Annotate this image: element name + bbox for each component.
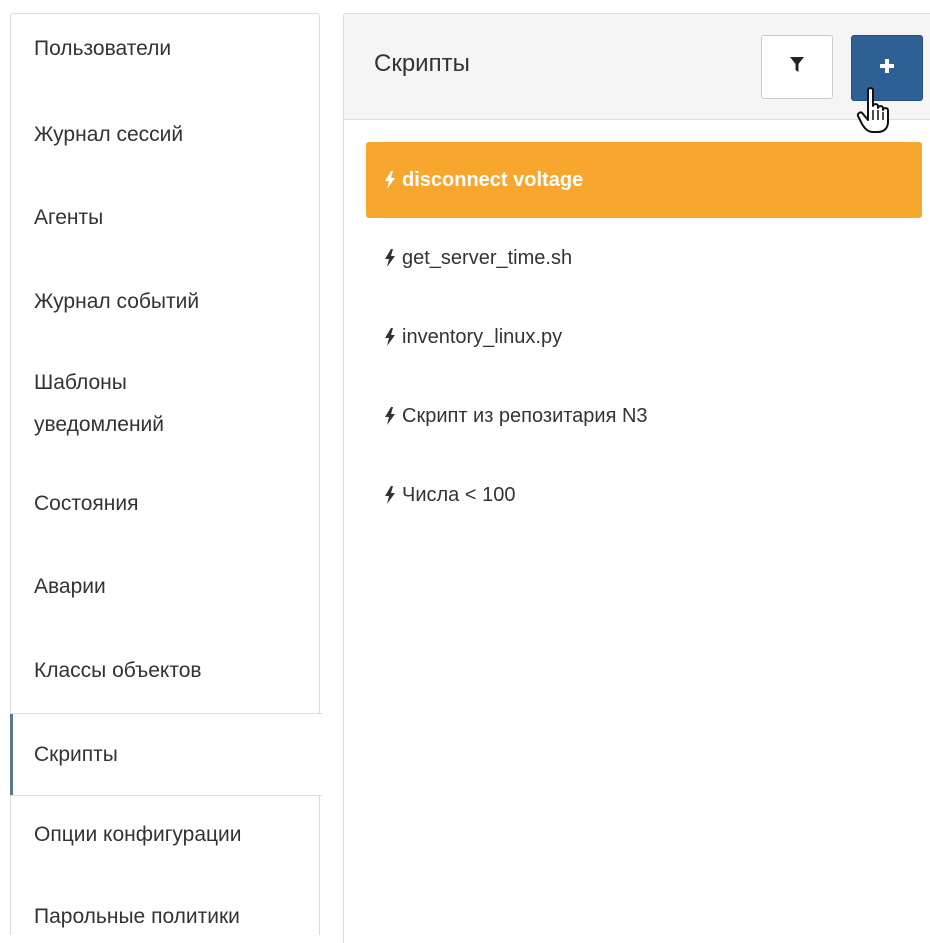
sidebar-item-label: Опции конфигурации — [34, 823, 242, 846]
sidebar-item-session-log[interactable]: Журнал сессий — [10, 113, 322, 157]
sidebar-item-alarms[interactable]: Аварии — [10, 565, 322, 609]
script-name: inventory_linux.py — [402, 325, 563, 348]
sidebar-item-users[interactable]: Пользователи — [10, 27, 322, 71]
script-name: get_server_time.sh — [402, 246, 573, 269]
sidebar-item-label: Аварии — [34, 575, 106, 598]
plus-icon — [880, 58, 894, 78]
sidebar-item-notification-templates[interactable]: Шаблоны уведомлений — [10, 362, 210, 446]
bolt-icon — [384, 407, 396, 425]
bolt-icon — [384, 249, 396, 267]
filter-button[interactable] — [761, 35, 833, 99]
script-name: disconnect voltage — [402, 168, 584, 191]
bolt-icon — [384, 486, 396, 504]
list-item[interactable]: Скрипт из репозитария N3 — [366, 378, 922, 454]
scripts-panel: Скрипты disconnect voltage get_server_ti… — [343, 13, 930, 943]
sidebar-item-agents[interactable]: Агенты — [10, 196, 322, 240]
sidebar-item-label: Пользователи — [34, 37, 172, 60]
script-name: Скрипт из репозитария N3 — [402, 404, 648, 427]
sidebar-item-label: Агенты — [34, 206, 104, 229]
panel-header: Скрипты — [344, 14, 930, 133]
sidebar-item-label: Журнал событий — [34, 290, 200, 313]
sidebar-item-label: Парольные политики — [34, 905, 240, 928]
page-title: Скрипты — [374, 50, 470, 77]
sidebar-item-states[interactable]: Состояния — [10, 482, 322, 526]
sidebar-item-object-classes[interactable]: Классы объектов — [10, 649, 322, 693]
filter-icon — [790, 56, 804, 78]
bolt-icon — [384, 328, 396, 346]
list-item[interactable]: get_server_time.sh — [366, 220, 922, 296]
sidebar-item-event-log[interactable]: Журнал событий — [10, 280, 322, 324]
sidebar-item-label: Шаблоны уведомлений — [34, 371, 164, 436]
sidebar-item-scripts[interactable]: Скрипты — [10, 713, 322, 796]
sidebar-item-config-options[interactable]: Опции конфигурации — [10, 813, 322, 857]
sidebar-item-label: Состояния — [34, 492, 139, 515]
list-item[interactable]: inventory_linux.py — [366, 299, 922, 375]
sidebar-item-label: Классы объектов — [34, 659, 202, 682]
sidebar-item-password-policies[interactable]: Парольные политики — [10, 895, 322, 939]
sidebar-item-label: Журнал сессий — [34, 123, 184, 146]
bolt-icon — [384, 171, 396, 189]
list-item[interactable]: disconnect voltage — [366, 142, 922, 218]
list-item[interactable]: Числа < 100 — [366, 457, 922, 533]
sidebar-nav: Пользователи Журнал сессий Агенты Журнал… — [10, 13, 322, 935]
add-script-button[interactable] — [851, 35, 923, 101]
script-name: Числа < 100 — [402, 483, 516, 506]
sidebar-item-label: Скрипты — [34, 743, 118, 766]
